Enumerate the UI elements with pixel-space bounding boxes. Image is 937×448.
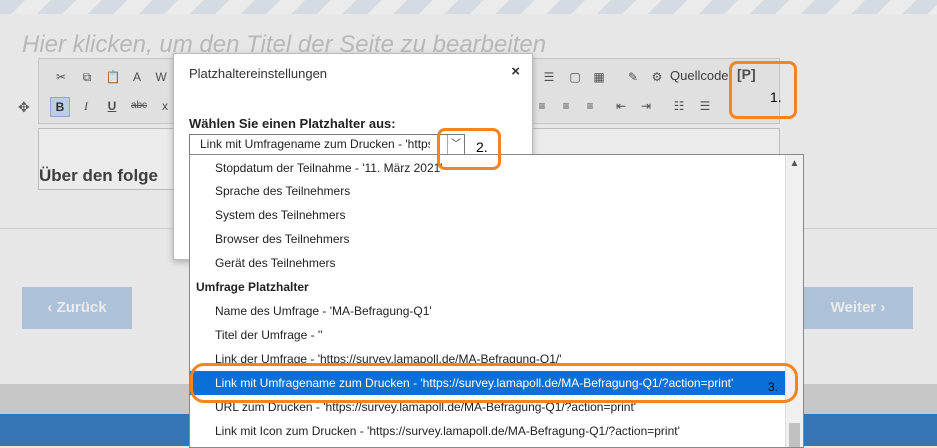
dropdown-option[interactable]: Sprache des Teilnehmers <box>190 179 785 203</box>
annotation-label-3: 3. <box>768 380 779 394</box>
dropdown-option[interactable]: System des Teilnehmers <box>190 203 785 227</box>
dropdown-option[interactable]: Browser des Teilnehmers <box>190 227 785 251</box>
dropdown-option[interactable]: Link mit Icon zum Drucken - 'https://sur… <box>190 419 785 443</box>
dropdown-option[interactable]: Titel der Umfrage - '' <box>190 323 785 347</box>
dropdown-option[interactable]: Gerät des Teilnehmers <box>190 251 785 275</box>
dropdown-option-label: Sprache des Teilnehmers <box>215 184 351 198</box>
annotation-box-3 <box>190 363 798 403</box>
placeholder-select-value: Link mit Umfragename zum Drucken - 'http… <box>200 137 430 151</box>
scroll-up-icon[interactable]: ▲ <box>786 155 803 172</box>
dropdown-option[interactable]: Name des Umfrage - 'MA-Befragung-Q1' <box>190 299 785 323</box>
close-icon[interactable]: × <box>511 63 520 80</box>
dropdown-option-label: System des Teilnehmers <box>215 208 346 222</box>
scroll-thumb[interactable] <box>789 423 800 447</box>
dialog-title: Platzhaltereinstellungen <box>189 66 328 81</box>
dropdown-group-header: Umfrage Platzhalter <box>190 275 785 299</box>
dropdown-option-label: Gerät des Teilnehmers <box>215 256 336 270</box>
dropdown-option-label: Link mit Icon zum Drucken - 'https://sur… <box>215 424 680 438</box>
dropdown-option-label: Umfrage Platzhalter <box>196 280 309 294</box>
annotation-box-2 <box>437 128 501 170</box>
annotation-box-1 <box>729 61 797 119</box>
dropdown-scrollbar[interactable]: ▲ <box>785 155 803 447</box>
annotation-label-1: 1. <box>770 89 782 105</box>
placeholder-select[interactable]: Link mit Umfragename zum Drucken - 'http… <box>189 134 465 156</box>
dropdown-option-label: Name des Umfrage - 'MA-Befragung-Q1' <box>215 304 432 318</box>
dropdown-option-label: Stopdatum der Teilnahme - '11. März 2021… <box>215 161 443 175</box>
placeholder-dropdown-list[interactable]: Stopdatum der Teilnahme - '11. März 2021… <box>189 154 804 448</box>
annotation-label-2: 2. <box>476 139 488 155</box>
dropdown-option-label: Browser des Teilnehmers <box>215 232 350 246</box>
placeholder-select-label: Wählen Sie einen Platzhalter aus: <box>189 116 396 131</box>
dropdown-option-label: Titel der Umfrage - '' <box>215 328 323 342</box>
